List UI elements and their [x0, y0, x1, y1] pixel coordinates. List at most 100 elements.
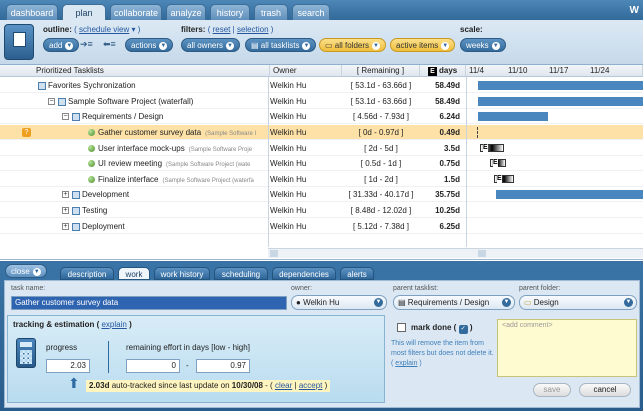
progress-input[interactable]: 2.03 — [46, 359, 90, 373]
gantt-header: 11/4 11/10 11/17 11/24 — [466, 65, 643, 77]
horizontal-scrollbar[interactable] — [268, 248, 643, 258]
help-icon[interactable]: ✓ — [458, 325, 468, 334]
tab-trash[interactable]: trash — [254, 4, 288, 20]
chevron-down-icon: ▼ — [502, 298, 511, 307]
divider — [108, 341, 109, 373]
task-status-icon — [88, 160, 95, 168]
cancel-button[interactable]: cancel — [579, 383, 631, 397]
table-row[interactable]: + Testing Welkin Hu [ 8.48d - 12.02d ] 10… — [0, 203, 643, 218]
e-icon: E — [428, 67, 437, 76]
gantt-divider — [466, 77, 467, 247]
tab-alerts[interactable]: alerts — [340, 267, 374, 280]
plan-view-button[interactable] — [4, 24, 34, 60]
parent-folder-label: parent folder: — [519, 285, 561, 292]
items-filter[interactable]: active items ▼ — [390, 38, 456, 52]
selection-link[interactable]: selection — [237, 25, 269, 34]
tab-search[interactable]: search — [292, 4, 330, 20]
explain-link[interactable]: explain — [101, 320, 126, 329]
tab-dependencies[interactable]: dependencies — [272, 267, 336, 280]
table-row[interactable]: + Development Welkin Hu [ 31.33d - 40.17d… — [0, 187, 643, 202]
expand-icon[interactable]: + — [62, 207, 69, 215]
date-label: 11/4 — [469, 66, 484, 75]
table-row-selected[interactable]: ? Gather customer survey data (Sample Sof… — [0, 125, 643, 140]
collapse-icon[interactable]: − — [48, 98, 55, 106]
table-row[interactable]: + Deployment Welkin Hu [ 5.12d - 7.38d ] … — [0, 219, 643, 234]
schedule-view-link[interactable]: schedule view — [79, 25, 129, 34]
list-icon — [13, 32, 26, 47]
task-status-icon — [88, 176, 95, 184]
header-days[interactable]: Edays — [420, 65, 466, 77]
date-label: 11/10 — [508, 66, 528, 75]
tasklist-icon — [58, 97, 66, 106]
arrow-up-icon: ⬆ — [68, 375, 80, 391]
chevron-down-icon: ▼ — [159, 41, 168, 50]
actions-button[interactable]: actions ▼ — [125, 38, 174, 52]
expand-icon[interactable]: + — [62, 191, 69, 199]
outdent-icon[interactable]: ⬅≡ — [103, 39, 119, 51]
expand-icon[interactable]: + — [62, 223, 69, 231]
folders-filter[interactable]: ▭ all folders ▼ — [319, 38, 387, 52]
task-name-input[interactable]: Gather customer survey data — [11, 296, 287, 310]
header-owner[interactable]: Owner — [270, 65, 342, 77]
gantt-milestone — [477, 127, 478, 138]
accept-link[interactable]: accept — [299, 381, 323, 390]
table-row[interactable]: UI review meeting (Sample Software Projec… — [0, 156, 643, 171]
comment-textarea[interactable]: <add comment> — [497, 319, 637, 377]
indent-icon[interactable]: ➔≡ — [80, 39, 96, 51]
remaining-high-input[interactable]: 0.97 — [196, 359, 250, 373]
reset-link[interactable]: reset — [213, 25, 231, 34]
header-name[interactable]: Prioritized Tasklists — [0, 65, 270, 77]
question-icon[interactable]: ? — [22, 128, 31, 137]
table-row[interactable]: Favorites Sychronization Welkin Hu [ 53.… — [0, 78, 643, 93]
header-remaining[interactable]: [ Remaining ] — [342, 65, 420, 77]
tasklist-icon: ▤ — [251, 41, 261, 50]
gantt-bar — [478, 81, 643, 90]
mark-done-checkbox[interactable] — [397, 323, 406, 332]
explain-link[interactable]: explain — [395, 360, 417, 367]
remaining-low-input[interactable]: 0 — [126, 359, 180, 373]
parent-folder-select[interactable]: ▭ Design ▼ — [519, 295, 637, 310]
chevron-down-icon: ▼ — [32, 267, 41, 276]
close-button[interactable]: close ▼ — [5, 264, 47, 278]
tab-description[interactable]: description — [60, 267, 114, 280]
tab-history[interactable]: history — [210, 4, 250, 20]
table-row[interactable]: − Sample Software Project (waterfall) Wel… — [0, 94, 643, 109]
outline-label: outline: ( schedule view ▾ ) — [43, 25, 141, 34]
add-button[interactable]: add ▼ — [43, 38, 80, 52]
tasklists-filter[interactable]: ▤ all tasklists ▼ — [245, 38, 317, 52]
chevron-down-icon: ▼ — [441, 41, 450, 50]
chevron-down-icon: ▼ — [491, 41, 500, 50]
clear-link[interactable]: clear — [275, 381, 292, 390]
parent-tasklist-label: parent tasklist: — [393, 285, 439, 292]
table-row[interactable]: User interface mock-ups (Sample Software … — [0, 141, 643, 156]
tab-scheduling[interactable]: scheduling — [214, 267, 268, 280]
table-row[interactable]: Finalize interface (Sample Software Proje… — [0, 172, 643, 187]
tab-collaborate[interactable]: collaborate — [110, 4, 162, 20]
gantt-bar: E — [480, 144, 504, 152]
column-divider — [268, 77, 269, 247]
tracking-estimation-box: tracking & estimation ( explain ) progre… — [7, 315, 385, 403]
scale-select[interactable]: weeks ▼ — [460, 38, 506, 52]
date-label: 11/17 — [549, 66, 569, 75]
table-row[interactable]: − Requirements / Design Welkin Hu [ 4.56d… — [0, 109, 643, 124]
gantt-bar — [478, 97, 643, 106]
tab-work-history[interactable]: work history — [154, 267, 210, 280]
owner-select[interactable]: ● Welkin Hu ▼ — [291, 295, 387, 310]
parent-tasklist-select[interactable]: ▤ Requirements / Design ▼ — [393, 295, 515, 310]
scale-label: scale: — [460, 25, 483, 34]
owner-label: owner: — [291, 285, 313, 292]
mark-done-note: This will remove the item from most filt… — [391, 340, 494, 367]
tasklist-icon: ▤ — [398, 298, 408, 307]
scroll-right-icon[interactable] — [478, 250, 486, 257]
autotrack-note: 2.03d auto-tracked since last update on … — [86, 380, 331, 392]
tab-analyze[interactable]: analyze — [166, 4, 206, 20]
scroll-left-icon[interactable] — [270, 250, 278, 257]
calculator-icon — [16, 338, 36, 368]
collapse-icon[interactable]: − — [62, 113, 69, 121]
save-button[interactable]: save — [533, 383, 571, 397]
chevron-down-icon: ▼ — [226, 41, 235, 50]
user-icon: ● — [296, 298, 304, 307]
tab-work[interactable]: work — [118, 267, 150, 280]
tab-dashboard[interactable]: dashboard — [6, 4, 58, 20]
owners-filter[interactable]: all owners ▼ — [181, 38, 241, 52]
